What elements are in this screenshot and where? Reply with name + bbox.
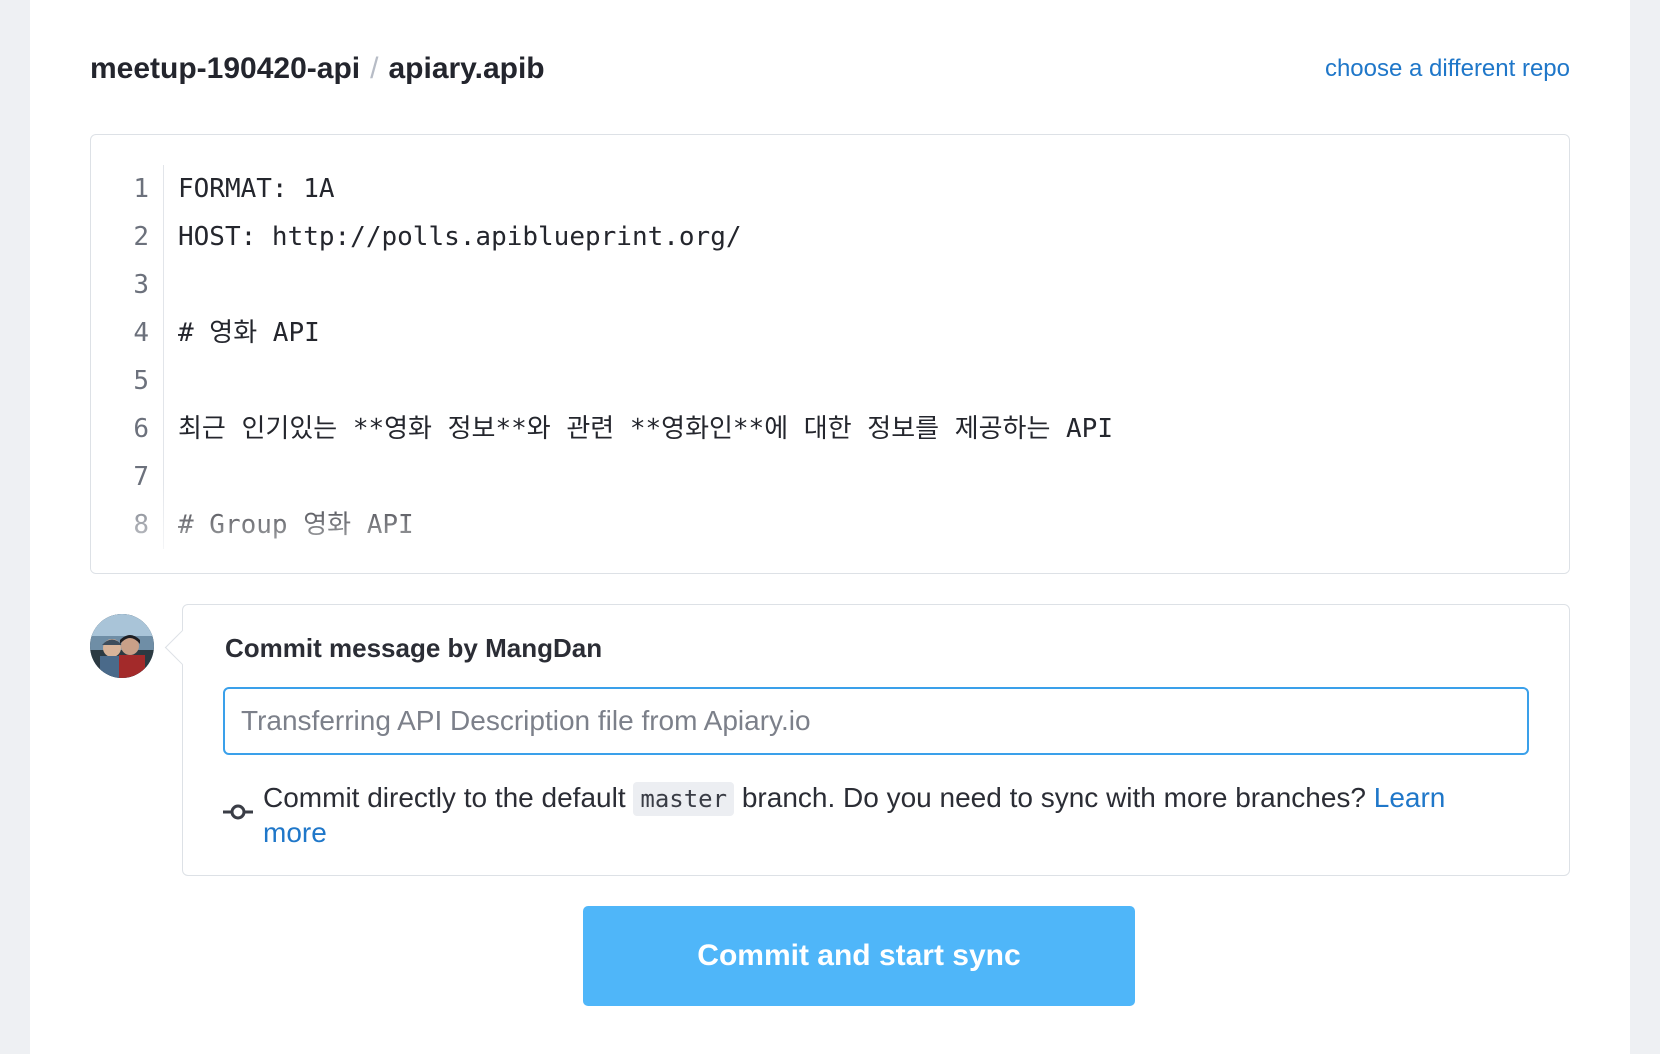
speech-arrow (164, 629, 201, 666)
code-line: 5 (91, 357, 1569, 405)
code-line: 4 # 영화 API (91, 309, 1569, 357)
branch-text-after: branch. Do you need to sync with more br… (741, 782, 1366, 813)
line-text[interactable]: 최근 인기있는 **영화 정보**와 관련 **영화인**에 대한 정보를 제공… (164, 405, 1113, 453)
code-line: 7 (91, 453, 1569, 501)
git-commit-icon (223, 804, 253, 820)
line-number: 8 (91, 501, 164, 549)
branch-description: Commit directly to the default master br… (263, 781, 1503, 850)
line-number: 3 (91, 261, 164, 309)
commit-message-box: Commit message by MangDan Commit directl… (164, 604, 1570, 876)
code-lines: 1 FORMAT: 1A 2 HOST: http://polls.apiblu… (91, 165, 1569, 549)
code-line: 3 (91, 261, 1569, 309)
header: meetup-190420-api / apiary.apib choose a… (90, 44, 1570, 94)
line-number: 5 (91, 357, 164, 405)
commit-message-title: Commit message by MangDan (225, 633, 603, 663)
choose-different-repo-link[interactable]: choose a different repo (1325, 55, 1570, 83)
branch-info: Commit directly to the default master br… (223, 781, 1503, 850)
commit-message-input[interactable] (223, 687, 1529, 755)
line-number: 7 (91, 453, 164, 501)
line-text[interactable]: FORMAT: 1A (164, 165, 335, 213)
line-text[interactable] (164, 357, 178, 405)
code-line: 8 # Group 영화 API (91, 501, 1569, 549)
line-number: 1 (91, 165, 164, 213)
avatar-photo-icon (90, 614, 154, 678)
commit-and-start-sync-button[interactable]: Commit and start sync (583, 906, 1135, 1006)
line-number: 6 (91, 405, 164, 453)
user-avatar (90, 614, 154, 678)
branch-name: master (633, 782, 735, 816)
code-line: 6 최근 인기있는 **영화 정보**와 관련 **영화인**에 대한 정보를 … (91, 405, 1569, 453)
code-line: 2 HOST: http://polls.apiblueprint.org/ (91, 213, 1569, 261)
main-panel: meetup-190420-api / apiary.apib choose a… (30, 0, 1630, 1054)
line-number: 4 (91, 309, 164, 357)
breadcrumb: meetup-190420-api / apiary.apib (90, 52, 545, 86)
branch-text-before: Commit directly to the default (263, 782, 626, 813)
line-number: 2 (91, 213, 164, 261)
line-text[interactable] (164, 453, 178, 501)
breadcrumb-separator: / (370, 52, 379, 85)
repo-name: meetup-190420-api (90, 52, 361, 85)
line-text[interactable]: HOST: http://polls.apiblueprint.org/ (164, 213, 742, 261)
line-text[interactable] (164, 261, 178, 309)
code-line: 1 FORMAT: 1A (91, 165, 1569, 213)
code-editor[interactable]: 1 FORMAT: 1A 2 HOST: http://polls.apiblu… (90, 134, 1570, 574)
file-name: apiary.apib (388, 52, 545, 85)
line-text[interactable]: # Group 영화 API (164, 501, 414, 549)
line-text[interactable]: # 영화 API (164, 309, 320, 357)
